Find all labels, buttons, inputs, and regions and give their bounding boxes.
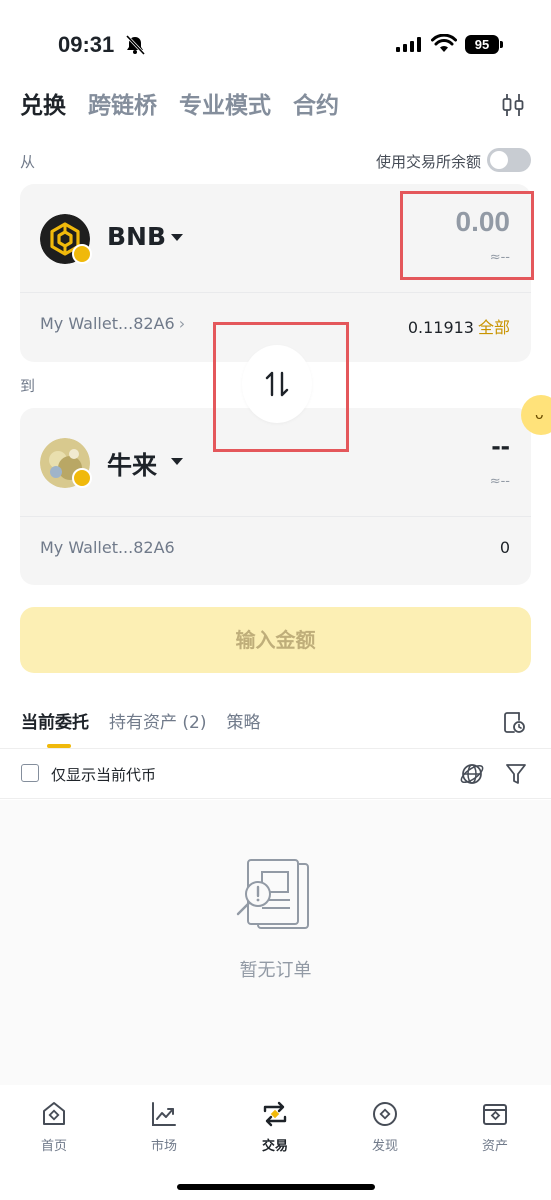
nav-trade-label: 交易 bbox=[261, 1139, 288, 1154]
card-divider bbox=[20, 516, 531, 517]
tabs-divider bbox=[0, 748, 551, 749]
wallet-icon bbox=[483, 1104, 507, 1125]
mode-tabs: 兑换 跨链桥 专业模式 合约 bbox=[20, 86, 339, 120]
filter-funnel-icon[interactable] bbox=[505, 762, 527, 786]
from-label: 从 bbox=[20, 153, 36, 171]
nav-trade[interactable]: 交易 bbox=[235, 1099, 315, 1154]
globe-network-icon[interactable] bbox=[459, 761, 485, 787]
trade-swap-icon bbox=[263, 1101, 287, 1127]
use-exchange-balance-label: 使用交易所余额 bbox=[375, 153, 481, 171]
tab-futures[interactable]: 合约 bbox=[293, 86, 339, 120]
order-history-icon[interactable] bbox=[503, 710, 525, 734]
chevron-right-icon: › bbox=[178, 314, 186, 333]
nav-discover-label: 发现 bbox=[371, 1139, 398, 1154]
bottom-navigation: 首页 市场 交易 发现 资产 bbox=[0, 1085, 551, 1200]
market-chart-icon bbox=[152, 1102, 176, 1126]
to-amount-output: -- bbox=[491, 430, 510, 461]
tab-holdings[interactable]: 持有资产 (2) bbox=[109, 708, 206, 733]
use-exchange-balance-toggle[interactable] bbox=[487, 148, 531, 172]
highlight-box-amount bbox=[400, 191, 534, 280]
nav-home[interactable]: 首页 bbox=[14, 1099, 94, 1154]
battery-level: 95 bbox=[465, 35, 499, 54]
nav-discover[interactable]: 发现 bbox=[345, 1099, 425, 1154]
enter-amount-button[interactable]: 输入金额 bbox=[20, 607, 531, 673]
chain-badge-icon bbox=[72, 468, 92, 488]
tab-pro-mode[interactable]: 专业模式 bbox=[179, 86, 271, 120]
nav-market-label: 市场 bbox=[150, 1139, 177, 1154]
nav-assets[interactable]: 资产 bbox=[455, 1099, 535, 1154]
cell-signal-icon bbox=[396, 37, 421, 52]
current-token-only-label[interactable]: 仅显示当前代币 bbox=[51, 764, 156, 785]
tab-strategies[interactable]: 策略 bbox=[226, 708, 260, 733]
status-bar: 09:31 95 bbox=[0, 0, 551, 76]
filter-row: 仅显示当前代币 bbox=[0, 750, 551, 799]
highlight-box-swap bbox=[213, 322, 349, 452]
nav-market[interactable]: 市场 bbox=[124, 1099, 204, 1154]
nav-home-label: 首页 bbox=[40, 1139, 67, 1154]
to-token-symbol[interactable]: 牛来 bbox=[107, 446, 157, 482]
tab-open-orders[interactable]: 当前委托 bbox=[21, 708, 89, 733]
max-button[interactable]: 全部 bbox=[478, 318, 510, 337]
home-icon bbox=[43, 1102, 65, 1125]
to-wallet-label: My Wallet...82A6 bbox=[40, 538, 175, 557]
chevron-down-icon[interactable] bbox=[171, 458, 183, 465]
status-time: 09:31 bbox=[58, 32, 115, 57]
to-label: 到 bbox=[20, 377, 36, 395]
nav-assets-label: 资产 bbox=[481, 1139, 508, 1154]
bell-muted-icon bbox=[125, 35, 146, 55]
to-wallet-balance: 0 bbox=[499, 538, 510, 557]
battery-tip bbox=[500, 41, 503, 48]
order-tabs: 当前委托 持有资产 (2) 策略 bbox=[21, 708, 260, 733]
orders-empty-state: 暂无订单 bbox=[0, 800, 551, 1085]
chain-badge-icon bbox=[72, 244, 92, 264]
from-wallet-selector[interactable]: My Wallet...82A6 › bbox=[40, 314, 185, 333]
to-amount-fiat: ≈-- bbox=[489, 474, 510, 489]
no-orders-document-icon bbox=[236, 859, 309, 929]
from-token-symbol[interactable]: BNB bbox=[107, 222, 166, 251]
from-wallet-balance: 0.11913 全部 bbox=[408, 314, 510, 338]
from-wallet-label: My Wallet...82A6 bbox=[40, 314, 175, 333]
home-indicator bbox=[177, 1184, 375, 1190]
empty-state-text: 暂无订单 bbox=[239, 960, 312, 981]
card-divider bbox=[20, 292, 531, 293]
chevron-down-icon[interactable] bbox=[171, 234, 183, 241]
tab-swap[interactable]: 兑换 bbox=[20, 86, 66, 120]
current-token-only-checkbox[interactable] bbox=[21, 764, 39, 782]
toggle-knob bbox=[490, 151, 508, 169]
wifi-icon bbox=[431, 34, 457, 52]
discover-compass-icon bbox=[373, 1102, 397, 1126]
candlestick-chart-icon[interactable] bbox=[501, 92, 525, 118]
tab-bridge[interactable]: 跨链桥 bbox=[88, 86, 157, 120]
from-balance-value: 0.11913 bbox=[407, 318, 474, 337]
